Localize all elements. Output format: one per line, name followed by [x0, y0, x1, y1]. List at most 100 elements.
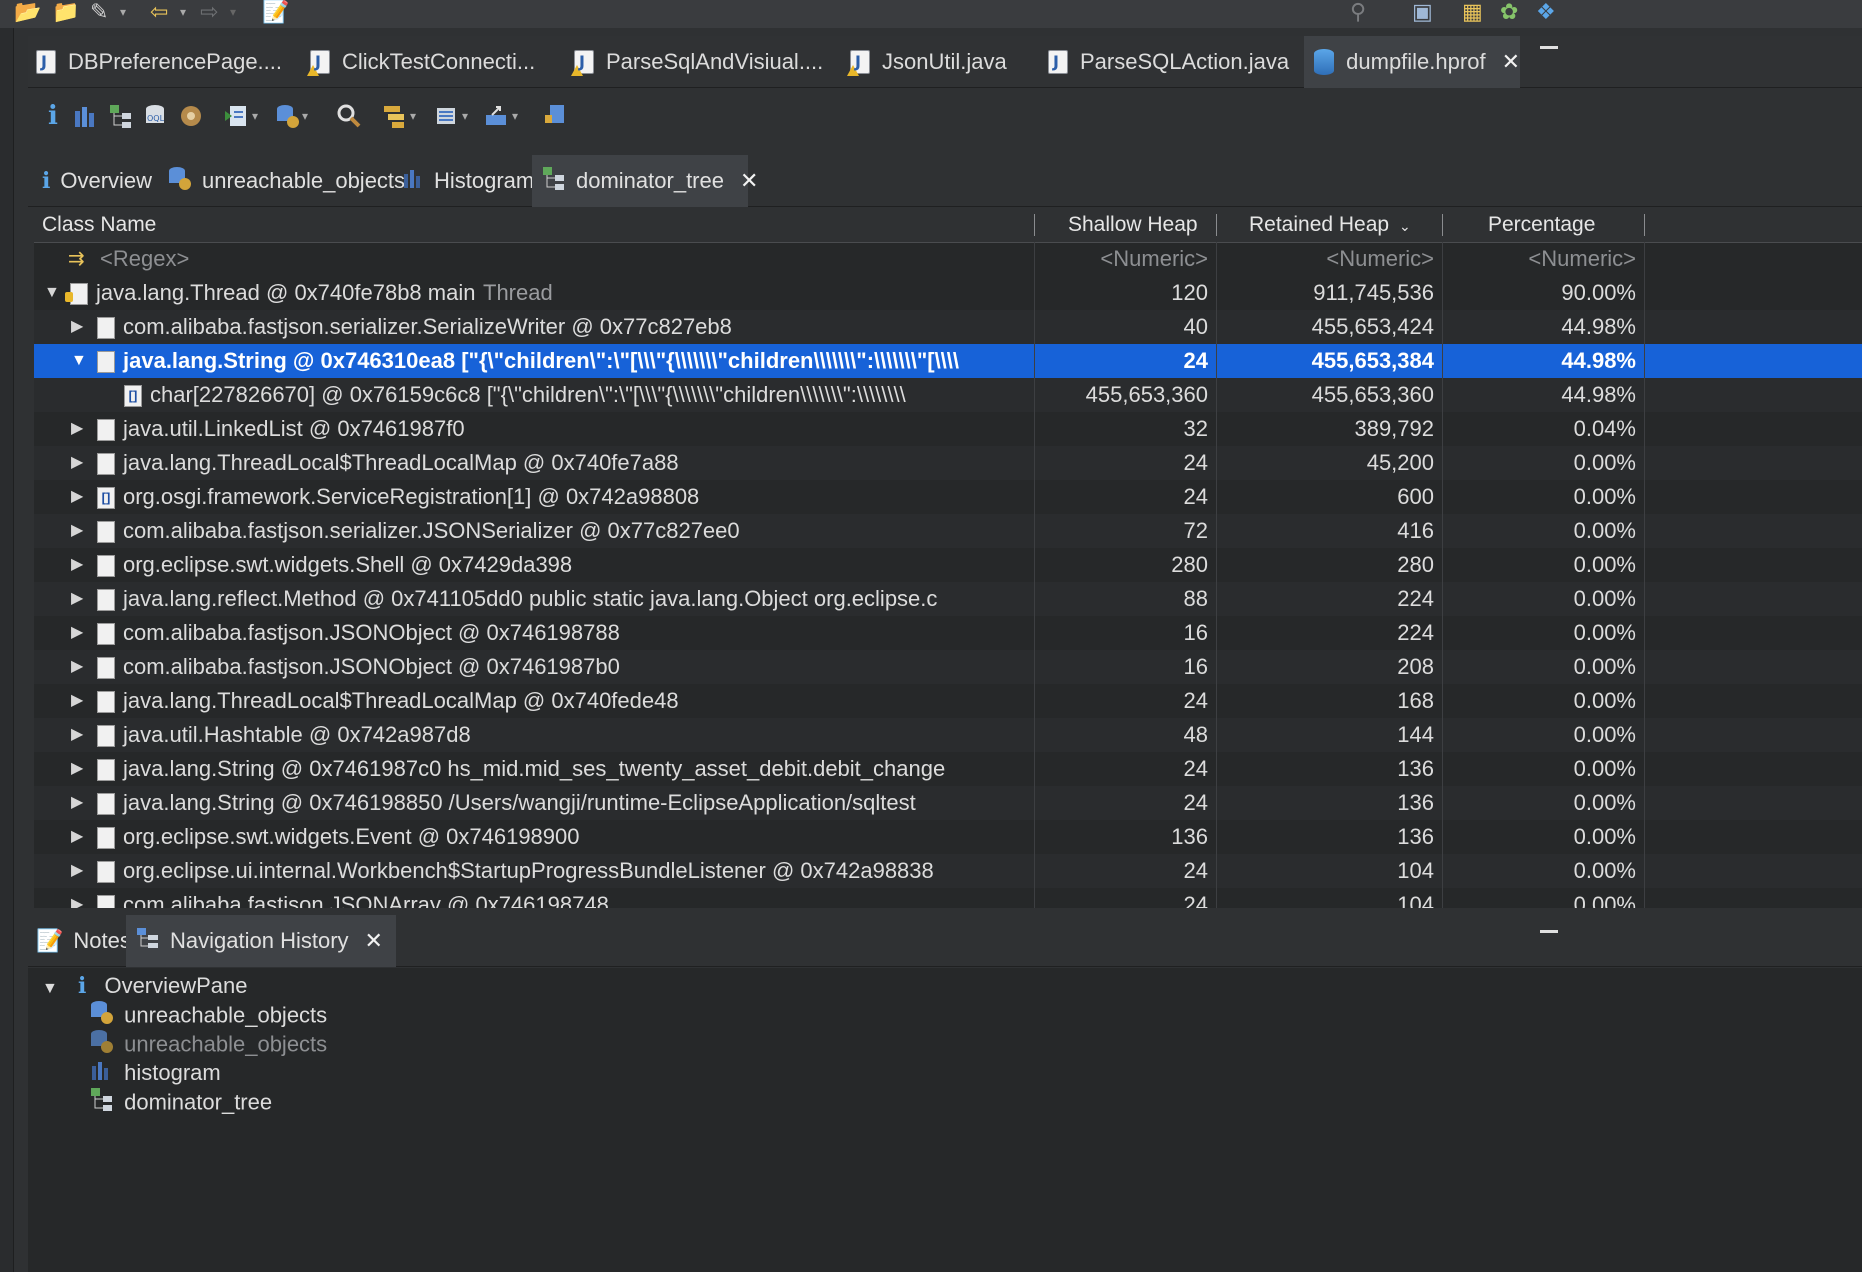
minimize-panel-icon[interactable]: [1540, 930, 1558, 933]
tab-notes[interactable]: 📝 Notes: [36, 915, 131, 967]
column-header-shallow-heap[interactable]: Shallow Heap: [1068, 208, 1198, 242]
table-row[interactable]: ▶ java.lang.String @ 0x746198850 /Users/w…: [34, 786, 1862, 820]
editor-tab-clicktestconnection[interactable]: ClickTestConnecti...: [307, 36, 535, 88]
group-dropdown-icon[interactable]: ▾: [410, 103, 436, 129]
back-arrow-icon[interactable]: ⇦: [150, 0, 168, 24]
collapse-toggle-icon[interactable]: ▼: [44, 276, 60, 310]
table-row[interactable]: ▶ com.alibaba.fastjson.JSONObject @ 0x746…: [34, 650, 1862, 684]
regex-filter[interactable]: ⇉ <Regex>: [34, 242, 1034, 276]
table-row[interactable]: ▶ com.alibaba.fastjson.JSONObject @ 0x746…: [34, 616, 1862, 650]
table-row[interactable]: ▶ java.util.Hashtable @ 0x742a987d8 48 144 0…: [34, 718, 1862, 752]
export-dropdown-icon[interactable]: ▾: [512, 103, 538, 129]
perspective-memory-analyzer-icon[interactable]: ❖: [1536, 0, 1556, 24]
tree-item-dominator-tree[interactable]: dominator_tree: [90, 1086, 272, 1118]
tab-overview[interactable]: i Overview: [42, 155, 152, 207]
expand-toggle-icon[interactable]: ▶: [71, 820, 83, 854]
open-folder-icon[interactable]: 📂: [14, 0, 41, 24]
back-dropdown-icon[interactable]: ▾: [180, 0, 186, 24]
thread-overview-icon[interactable]: [178, 103, 204, 129]
tab-dominator-tree[interactable]: dominator_tree ✕: [532, 155, 758, 207]
overview-info-icon[interactable]: i: [40, 103, 66, 129]
minimize-editor-icon[interactable]: [1540, 46, 1558, 49]
perspective-debug-icon[interactable]: ✿: [1500, 0, 1518, 24]
table-row[interactable]: ▶ com.alibaba.fastjson.serializer.Seriali…: [34, 310, 1862, 344]
tab-histogram[interactable]: Histogram: [402, 155, 534, 207]
query-dropdown-icon[interactable]: ▾: [302, 103, 328, 129]
expand-toggle-icon[interactable]: ▶: [71, 548, 83, 582]
column-header-class-name[interactable]: Class Name: [42, 208, 156, 242]
column-header-percentage[interactable]: Percentage: [1488, 208, 1595, 242]
table-row[interactable]: ▼ java.lang.String @ 0x746310ea8 ["{\"chi…: [34, 344, 1862, 378]
editor-tab-dbpreferencepage[interactable]: DBPreferencePage....: [36, 36, 282, 88]
table-row[interactable]: ▶ java.lang.String @ 0x7461987c0 hs_mid.m…: [34, 752, 1862, 786]
dropdown-arrow-icon[interactable]: ▾: [120, 0, 126, 24]
expand-toggle-icon[interactable]: ▶: [71, 786, 83, 820]
dominator-tree-icon[interactable]: [108, 103, 134, 129]
column-divider[interactable]: [1216, 214, 1217, 236]
tree-item-unreachable-objects[interactable]: unreachable_objects: [88, 999, 327, 1031]
expand-toggle-icon[interactable]: ▼: [42, 980, 58, 997]
group-by-icon[interactable]: [382, 103, 408, 129]
collapse-toggle-icon[interactable]: ▼: [71, 344, 87, 378]
expand-toggle-icon[interactable]: ▶: [71, 514, 83, 548]
column-divider[interactable]: [1442, 214, 1443, 236]
expand-toggle-icon[interactable]: ▶: [71, 412, 83, 446]
retained-heap-filter[interactable]: <Numeric>: [1216, 242, 1442, 276]
expand-toggle-icon[interactable]: ▶: [71, 718, 83, 752]
close-tab-icon[interactable]: ✕: [740, 168, 758, 194]
table-row[interactable]: ▶ java.util.LinkedList @ 0x7461987f0 32 389…: [34, 412, 1862, 446]
expand-toggle-icon[interactable]: ▶: [71, 650, 83, 684]
expand-toggle-icon[interactable]: ▶: [71, 616, 83, 650]
forward-dropdown-icon[interactable]: ▾: [230, 0, 236, 24]
column-divider[interactable]: [1034, 214, 1035, 236]
column-header-retained-heap[interactable]: Retained Heap ⌄: [1249, 208, 1411, 242]
histogram-icon[interactable]: [72, 103, 98, 129]
oql-query-icon[interactable]: OQL: [142, 103, 168, 129]
table-row[interactable]: ▶ org.eclipse.swt.widgets.Shell @ 0x7429d…: [34, 548, 1862, 582]
expand-toggle-icon[interactable]: ▶: [71, 888, 83, 908]
open-perspective-icon[interactable]: ▣: [1412, 0, 1433, 24]
run-report-icon[interactable]: [224, 103, 250, 129]
pin-results-icon[interactable]: [542, 103, 568, 129]
table-row[interactable]: ▶ com.alibaba.fastjson.JSONArray @ 0x7461…: [34, 888, 1862, 908]
open-project-icon[interactable]: 📁: [52, 0, 79, 24]
table-row[interactable]: ▶ org.eclipse.swt.widgets.Event @ 0x74619…: [34, 820, 1862, 854]
export-icon[interactable]: [484, 103, 510, 129]
search-icon[interactable]: ⚲: [1350, 0, 1366, 24]
tree-item-overviewpane[interactable]: ▼ i OverviewPane: [42, 970, 248, 1002]
tree-item-unreachable-objects[interactable]: unreachable_objects: [88, 1028, 327, 1060]
expand-toggle-icon[interactable]: ▶: [71, 310, 83, 344]
tab-unreachable-objects[interactable]: unreachable_objects: [166, 155, 405, 207]
editor-tab-parsesqlandvisiual[interactable]: ParseSqlAndVisiual....: [571, 36, 823, 88]
expand-toggle-icon[interactable]: ▶: [71, 446, 83, 480]
table-row[interactable]: ▶ [] org.osgi.framework.ServiceRegistratio…: [34, 480, 1862, 514]
calculate-retained-icon[interactable]: [434, 103, 460, 129]
expand-toggle-icon[interactable]: ▶: [71, 582, 83, 616]
find-object-icon[interactable]: [336, 103, 362, 129]
edit-note-icon[interactable]: 📝: [262, 0, 289, 24]
close-tab-icon[interactable]: ✕: [365, 928, 383, 954]
query-browser-icon[interactable]: [274, 103, 300, 129]
table-row[interactable]: ▶ java.lang.reflect.Method @ 0x741105dd0 …: [34, 582, 1862, 616]
expand-toggle-icon[interactable]: ▶: [71, 854, 83, 888]
expand-toggle-icon[interactable]: ▶: [71, 752, 83, 786]
forward-arrow-icon[interactable]: ⇨: [200, 0, 218, 24]
table-row[interactable]: ▶ com.alibaba.fastjson.serializer.JSONSer…: [34, 514, 1862, 548]
table-row[interactable]: ▶ java.lang.ThreadLocal$ThreadLocalMap @ …: [34, 684, 1862, 718]
editor-tab-jsonutil[interactable]: JsonUtil.java: [847, 36, 1007, 88]
shallow-heap-filter[interactable]: <Numeric>: [1034, 242, 1216, 276]
tree-item-histogram[interactable]: histogram: [90, 1057, 221, 1089]
expand-toggle-icon[interactable]: ▶: [71, 480, 83, 514]
table-row[interactable]: [] char[227826670] @ 0x76159c6c8 ["{\"chi…: [34, 378, 1862, 412]
editor-tab-parsesqlaction[interactable]: ParseSQLAction.java: [1048, 36, 1289, 88]
perspective-java-icon[interactable]: ▦: [1462, 0, 1483, 24]
column-divider[interactable]: [1644, 214, 1645, 236]
table-row[interactable]: ▶ org.eclipse.ui.internal.Workbench$Start…: [34, 854, 1862, 888]
table-row[interactable]: ▼ java.lang.Thread @ 0x740fe78b8 main Thre…: [34, 276, 1862, 310]
pen-tool-icon[interactable]: ✎: [90, 0, 108, 24]
expand-toggle-icon[interactable]: ▶: [71, 684, 83, 718]
editor-tab-dumpfile-hprof[interactable]: dumpfile.hprof ✕: [1304, 36, 1520, 88]
table-row[interactable]: ▶ java.lang.ThreadLocal$ThreadLocalMap @ …: [34, 446, 1862, 480]
percentage-filter[interactable]: <Numeric>: [1442, 242, 1644, 276]
close-tab-icon[interactable]: ✕: [1502, 49, 1520, 75]
